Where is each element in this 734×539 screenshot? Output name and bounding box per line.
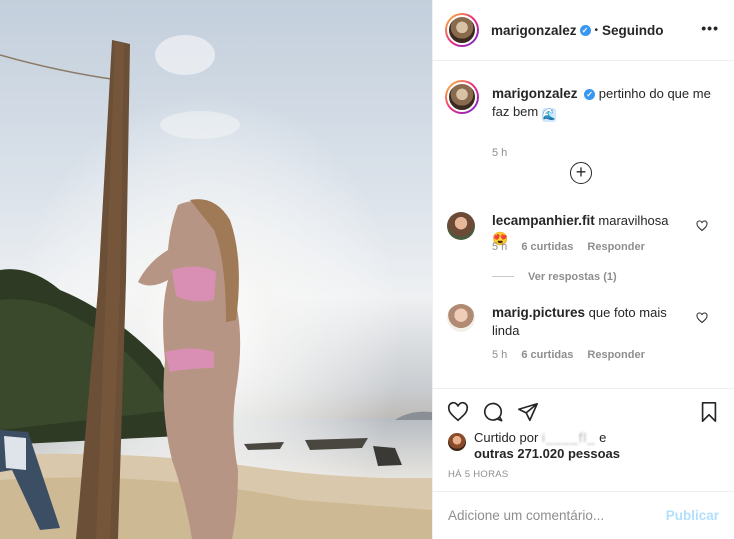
comment-body: marig.pictures que foto mais linda [492,304,687,340]
likes-text: Curtido por i____fl_ e outras 271.020 pe… [474,430,734,462]
post-photo[interactable] [0,0,432,539]
caption-text-block: marigonzalez ✓ pertinho do que me faz be… [492,85,722,122]
post-actions: Curtido por i____fl_ e outras 271.020 pe… [433,388,734,480]
reply-button[interactable]: Responder [587,349,644,361]
author-avatar[interactable] [445,13,479,47]
verified-badge-icon: ✓ [584,89,596,100]
save-button[interactable] [698,401,720,426]
add-comment-bar: Adicione um comentário... Publicar [433,491,734,539]
comment-username[interactable]: lecampanhier.fit [492,213,595,228]
comment-input[interactable]: Adicione um comentário... [448,508,604,523]
commenter-avatar[interactable] [447,212,475,240]
liked-by-prefix: Curtido por [474,430,539,445]
share-icon[interactable] [517,401,539,423]
comment-time: 5 h [492,241,508,253]
verified-badge-icon: ✓ [579,24,591,36]
view-replies-button[interactable]: Ver respostas (1) [492,271,617,283]
heart-icon[interactable] [447,401,469,423]
others-likes-link[interactable]: outras 271.020 pessoas [474,446,620,461]
reply-button[interactable]: Responder [587,241,644,253]
comment-icon[interactable] [482,401,504,423]
comment-meta: 5 h 6 curtidas Responder [492,349,656,361]
bookmark-icon[interactable] [698,401,720,423]
comment-text: maravilhosa [598,213,669,228]
plus-circle-icon[interactable]: + [570,162,592,184]
comment-username[interactable]: marig.pictures [492,305,585,320]
post-sidebar: marigonzalez ✓ • Seguindo ••• marigonzal… [432,0,734,539]
post-dialog: marigonzalez ✓ • Seguindo ••• marigonzal… [0,0,734,539]
likes-connector: e [599,430,607,445]
caption-avatar[interactable] [445,80,479,114]
comment-heart-icon[interactable] [696,220,708,235]
caption-username[interactable]: marigonzalez [492,86,578,101]
comment-heart-icon[interactable] [696,312,708,327]
comment-likes[interactable]: 6 curtidas [521,241,573,253]
following-button[interactable]: Seguindo [602,23,664,38]
wave-emoji: 🌊 [541,108,556,122]
beach-scene-image [0,0,432,539]
separator-dot: • [594,24,599,36]
author-username[interactable]: marigonzalez [491,23,577,38]
comment-time: 5 h [492,349,508,361]
liker-avatar[interactable] [448,433,466,451]
more-horizontal-icon[interactable]: ••• [701,20,719,36]
caption-time: 5 h [492,147,508,159]
publish-button[interactable]: Publicar [666,508,719,523]
post-timestamp[interactable]: HÁ 5 HORAS [448,469,509,480]
post-header: marigonzalez ✓ • Seguindo ••• [433,0,734,61]
liker-username-blurred[interactable]: i____fl_ [542,430,596,445]
comment-likes[interactable]: 6 curtidas [521,349,573,361]
comment-meta: 5 h 6 curtidas Responder [492,241,656,253]
comments-section[interactable]: marigonzalez ✓ pertinho do que me faz be… [433,62,734,388]
author-info: marigonzalez ✓ • Seguindo [491,23,664,38]
action-icons [447,401,539,423]
commenter-avatar[interactable] [447,304,475,332]
